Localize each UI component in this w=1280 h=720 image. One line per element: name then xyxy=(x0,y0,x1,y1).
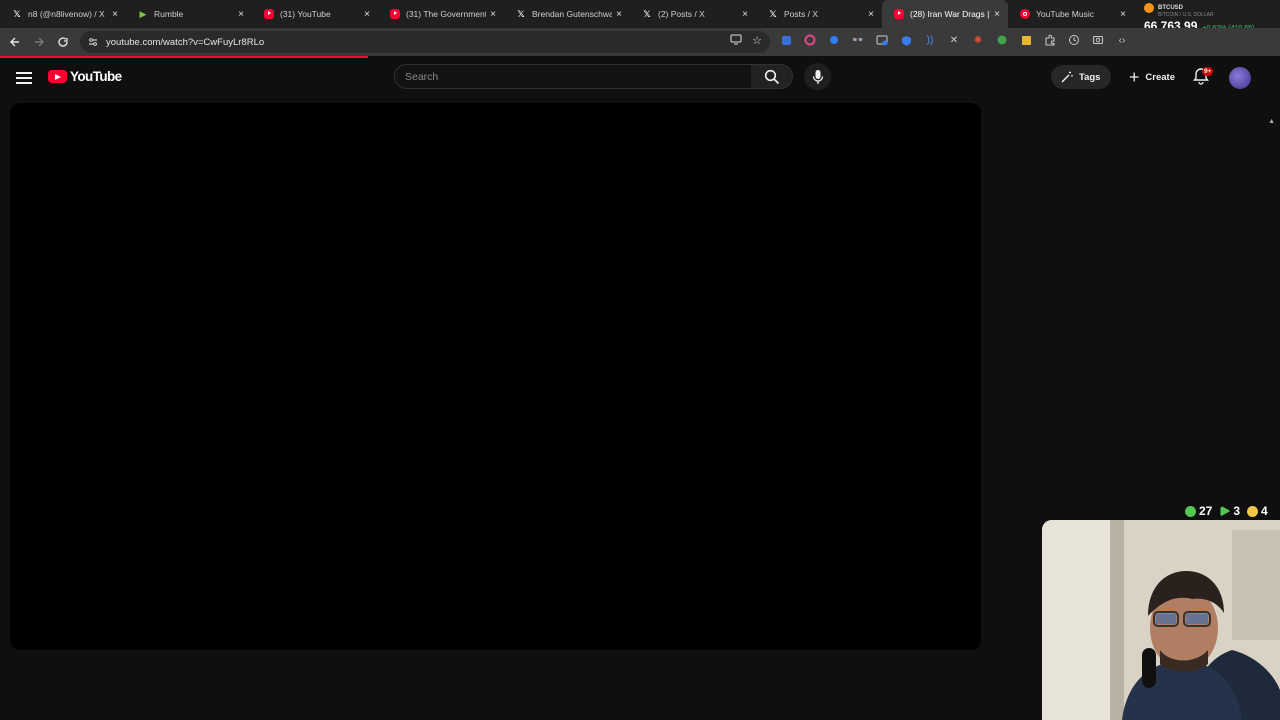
rumble-viewer-count: 27 xyxy=(1199,504,1213,518)
cast-icon[interactable] xyxy=(730,34,742,48)
extension-green-icon[interactable] xyxy=(994,32,1010,48)
bookmark-star-icon[interactable]: ☆ xyxy=(752,34,762,48)
x-icon: 𝕏 xyxy=(13,8,21,19)
bitcoin-icon xyxy=(1144,3,1154,13)
kick-viewer-count: 4 xyxy=(1261,504,1268,518)
tab-title: n8 (@n8livenow) / X xyxy=(28,9,105,19)
search-box xyxy=(394,64,752,89)
youtube-music-icon xyxy=(1020,9,1030,19)
rumble-icon: ▶ xyxy=(139,8,147,19)
youtube-logo[interactable]: YouTube xyxy=(48,69,122,84)
browser-toolbar: youtube.com/watch?v=CwFuyLr8RLo ☆ 👓 )) ✕… xyxy=(0,28,1280,56)
x-icon: 𝕏 xyxy=(643,8,651,19)
search-input[interactable] xyxy=(405,70,751,83)
youtube-header: YouTube Tags Create ▲ xyxy=(0,58,1280,125)
browser-tab[interactable]: ▶ Rumble × xyxy=(126,0,252,28)
extension-tool-icon[interactable]: ✕ xyxy=(946,32,962,48)
extension-window-icon[interactable] xyxy=(874,32,890,48)
close-icon[interactable]: × xyxy=(994,9,1000,20)
url-text: youtube.com/watch?v=CwFuyLr8RLo xyxy=(106,36,265,48)
screen: 𝕏 n8 (@n8livenow) / X × ▶ Rumble × (31) … xyxy=(0,0,1280,720)
scroll-up-arrow-icon[interactable]: ▲ xyxy=(1268,118,1275,125)
reload-icon xyxy=(58,37,68,47)
youtube-viewer-count: 3 xyxy=(1233,504,1241,518)
tab-title: (28) Iran War Drags | I xyxy=(910,9,991,19)
search-button[interactable] xyxy=(751,64,793,89)
back-arrow-icon xyxy=(10,37,19,47)
plus-icon xyxy=(1129,72,1139,82)
forward-arrow-icon xyxy=(35,37,44,47)
ticker-symbol: BTCUSD xyxy=(1158,5,1183,11)
tags-button[interactable]: Tags xyxy=(1051,65,1111,89)
youtube-icon xyxy=(264,9,274,19)
browser-tab[interactable]: YouTube Music × xyxy=(1008,0,1134,28)
extension-yellow-icon[interactable] xyxy=(1018,32,1034,48)
site-info-icon[interactable] xyxy=(86,35,100,49)
search-icon xyxy=(764,69,779,84)
create-button[interactable]: Create xyxy=(1119,65,1185,89)
close-icon[interactable]: × xyxy=(1120,9,1126,20)
x-icon: 𝕏 xyxy=(769,8,777,19)
browser-tab[interactable]: 𝕏 Posts / X × xyxy=(756,0,882,28)
browser-tab[interactable]: 𝕏 n8 (@n8livenow) / X × xyxy=(0,0,126,28)
browser-tab[interactable]: (31) YouTube × xyxy=(252,0,378,28)
account-avatar[interactable] xyxy=(1229,67,1251,89)
extension-dot-icon[interactable] xyxy=(826,32,842,48)
webcam-person-image xyxy=(1042,520,1280,720)
webcam-feed xyxy=(1042,520,1280,720)
extension-spark-icon[interactable]: ✺ xyxy=(970,32,986,48)
magic-wand-icon xyxy=(1061,71,1073,83)
tab-title: (31) The Government's xyxy=(406,9,487,19)
x-icon: 𝕏 xyxy=(517,8,525,19)
tab-title: Rumble xyxy=(154,9,184,19)
browser-tab[interactable]: (31) The Government's × xyxy=(378,0,504,28)
close-icon[interactable]: × xyxy=(742,9,748,20)
extension-shield-icon[interactable] xyxy=(778,32,794,48)
extension-ring-icon[interactable] xyxy=(802,32,818,48)
extension-glasses-icon[interactable]: 👓 xyxy=(850,32,866,48)
close-icon[interactable]: × xyxy=(868,9,874,20)
tab-title: (2) Posts / X xyxy=(658,9,705,19)
close-icon[interactable]: × xyxy=(112,9,118,20)
tab-title: Brendan Gutenschwager xyxy=(532,9,613,19)
rumble-icon xyxy=(1185,505,1196,517)
tab-title: (31) YouTube xyxy=(280,9,331,19)
close-icon[interactable]: × xyxy=(364,9,370,20)
youtube-icon xyxy=(1220,505,1231,517)
address-bar[interactable]: youtube.com/watch?v=CwFuyLr8RLo ☆ xyxy=(80,31,770,53)
reload-button[interactable] xyxy=(51,30,75,54)
menu-hamburger-icon[interactable] xyxy=(14,69,34,85)
ticker-name: BITCOIN / U.S. DOLLAR xyxy=(1158,12,1214,18)
extensions-puzzle-icon[interactable] xyxy=(1042,32,1058,48)
extension-wave-icon[interactable]: )) xyxy=(922,32,938,48)
browser-tab[interactable]: 𝕏 (2) Posts / X × xyxy=(630,0,756,28)
close-icon[interactable]: × xyxy=(490,9,496,20)
kick-icon xyxy=(1247,505,1259,517)
create-label: Create xyxy=(1145,71,1175,83)
microphone-icon xyxy=(812,69,823,84)
youtube-logo-text: YouTube xyxy=(70,69,122,84)
tab-title: Posts / X xyxy=(784,9,819,19)
viewer-stats-overlay: 27 3 4 xyxy=(1185,504,1268,518)
youtube-icon xyxy=(894,9,904,19)
extensions-bar: 👓 )) ✕ ✺ ‹› xyxy=(778,32,1130,48)
browser-tab[interactable]: 𝕏 Brendan Gutenschwager × xyxy=(504,0,630,28)
extension-blue-shield-icon[interactable] xyxy=(898,32,914,48)
forward-button[interactable] xyxy=(27,30,51,54)
voice-search-button[interactable] xyxy=(804,63,831,90)
screenshot-icon[interactable] xyxy=(1090,32,1106,48)
close-icon[interactable]: × xyxy=(238,9,244,20)
youtube-icon xyxy=(390,9,400,19)
video-player[interactable] xyxy=(10,103,981,650)
history-icon[interactable] xyxy=(1066,32,1082,48)
tab-strip: 𝕏 n8 (@n8livenow) / X × ▶ Rumble × (31) … xyxy=(0,0,1280,28)
notification-count-badge: 9+ xyxy=(1202,67,1214,76)
close-icon[interactable]: × xyxy=(616,9,622,20)
code-icon[interactable]: ‹› xyxy=(1114,32,1130,48)
back-button[interactable] xyxy=(3,30,27,54)
tags-label: Tags xyxy=(1079,71,1101,83)
youtube-play-icon xyxy=(48,70,67,83)
tab-title: YouTube Music xyxy=(1036,9,1094,19)
browser-tab-active[interactable]: (28) Iran War Drags | I × xyxy=(882,0,1008,28)
